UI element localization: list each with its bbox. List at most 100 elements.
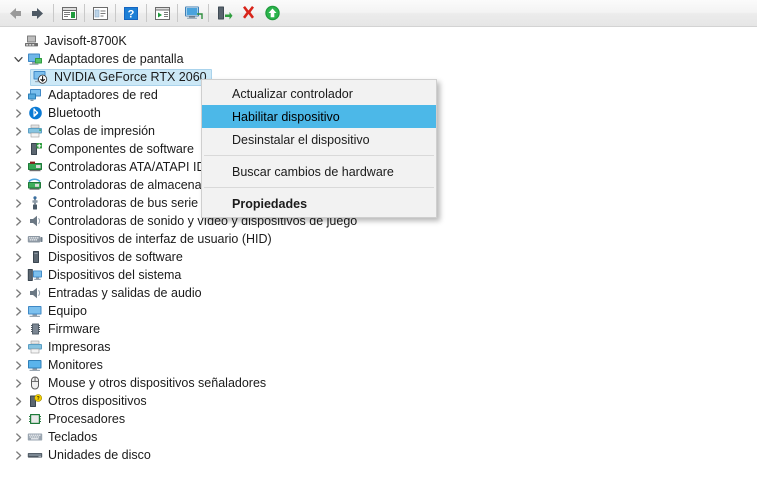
- sidebar-item-label: Dispositivos de software: [48, 250, 183, 264]
- chevron-right-icon[interactable]: [10, 266, 26, 284]
- sidebar-item-label: Colas de impresión: [48, 124, 155, 138]
- sidebar-item-label: Dispositivos de interfaz de usuario (HID…: [48, 232, 272, 246]
- sidebar-item-label: Dispositivos del sistema: [48, 268, 182, 282]
- sidebar-item-label: Monitores: [48, 358, 103, 372]
- disabled-device-icon: [32, 69, 50, 85]
- enable-device-icon[interactable]: [212, 2, 236, 25]
- show-hidden-icon[interactable]: [88, 2, 112, 25]
- mouse-icon: [26, 375, 44, 391]
- sidebar-item-display-adapters[interactable]: Adaptadores de pantalla: [0, 50, 757, 68]
- sidebar-item-label: Bluetooth: [48, 106, 101, 120]
- chevron-right-icon[interactable]: [10, 212, 26, 230]
- menu-item-enable-device[interactable]: Habilitar dispositivo: [202, 105, 436, 128]
- menu-item-label: Actualizar controlador: [232, 86, 353, 101]
- printer-icon: [26, 339, 44, 355]
- storage-controller-icon: [26, 177, 44, 193]
- sidebar-item-software-devices[interactable]: Dispositivos de software: [0, 248, 757, 266]
- chevron-right-icon[interactable]: [10, 356, 26, 374]
- sound-controller-icon: [26, 213, 44, 229]
- separator-2: [84, 4, 85, 22]
- menu-item-uninstall-device[interactable]: Desinstalar el dispositivo: [202, 128, 436, 151]
- computer-node-icon: [26, 303, 44, 319]
- sidebar-item-mice[interactable]: Mouse y otros dispositivos señaladores: [0, 374, 757, 392]
- chevron-right-icon[interactable]: [10, 446, 26, 464]
- sidebar-item-system-devices[interactable]: Dispositivos del sistema: [0, 266, 757, 284]
- sidebar-item-keyboards[interactable]: Teclados: [0, 428, 757, 446]
- scan-hardware-icon[interactable]: [181, 2, 205, 25]
- network-adapter-icon: [26, 87, 44, 103]
- chevron-right-icon[interactable]: [10, 392, 26, 410]
- toolbar: ?: [0, 0, 757, 27]
- separator-6: [208, 4, 209, 22]
- separator-5: [177, 4, 178, 22]
- disk-drive-icon: [26, 447, 44, 463]
- chevron-right-icon[interactable]: [10, 194, 26, 212]
- sidebar-item-firmware[interactable]: Firmware: [0, 320, 757, 338]
- sidebar-item-disk-drives[interactable]: Unidades de disco: [0, 446, 757, 464]
- chevron-right-icon[interactable]: [10, 428, 26, 446]
- menu-item-update-driver[interactable]: Actualizar controlador: [202, 82, 436, 105]
- sidebar-item-hid-devices[interactable]: Dispositivos de interfaz de usuario (HID…: [0, 230, 757, 248]
- chevron-right-icon[interactable]: [10, 230, 26, 248]
- sidebar-item-audio-inputs-outputs[interactable]: Entradas y salidas de audio: [0, 284, 757, 302]
- context-menu[interactable]: Actualizar controlador Habilitar disposi…: [201, 79, 437, 218]
- sidebar-item-label: Entradas y salidas de audio: [48, 286, 202, 300]
- menu-item-label: Desinstalar el dispositivo: [232, 132, 370, 147]
- separator-3: [115, 4, 116, 22]
- chevron-down-icon[interactable]: [10, 50, 26, 68]
- software-component-icon: [26, 141, 44, 157]
- help-icon[interactable]: ?: [119, 2, 143, 25]
- sidebar-item-other-devices[interactable]: ? Otros dispositivos: [0, 392, 757, 410]
- chevron-right-icon[interactable]: [10, 374, 26, 392]
- audio-io-icon: [26, 285, 44, 301]
- system-device-icon: [26, 267, 44, 283]
- svg-text:?: ?: [128, 8, 135, 20]
- sidebar-item-label: Controladoras ATA/ATAPI IDE: [48, 160, 214, 174]
- ide-controller-icon: [26, 159, 44, 175]
- firmware-icon: [26, 321, 44, 337]
- forward-arrow-icon[interactable]: [26, 2, 50, 25]
- menu-item-scan-hardware-changes[interactable]: Buscar cambios de hardware: [202, 160, 436, 183]
- sidebar-item-label: Adaptadores de pantalla: [48, 52, 184, 66]
- menu-item-properties[interactable]: Propiedades: [202, 192, 436, 215]
- device-manager-window: ? Javisoft-8700K Adaptadores de pantalla…: [0, 0, 757, 502]
- selection-highlight: NVIDIA GeForce RTX 2060: [30, 68, 212, 86]
- svg-text:?: ?: [37, 396, 40, 402]
- tree-root-node[interactable]: Javisoft-8700K: [0, 32, 757, 50]
- chevron-right-icon[interactable]: [10, 410, 26, 428]
- chevron-right-icon[interactable]: [10, 248, 26, 266]
- computer-icon: [22, 33, 40, 49]
- menu-separator: [204, 187, 434, 188]
- separator-1: [53, 4, 54, 22]
- sidebar-item-printers[interactable]: Impresoras: [0, 338, 757, 356]
- uninstall-device-icon[interactable]: [236, 2, 260, 25]
- menu-item-label: Buscar cambios de hardware: [232, 164, 394, 179]
- sidebar-item-label: Teclados: [48, 430, 98, 444]
- sidebar-item-computer[interactable]: Equipo: [0, 302, 757, 320]
- sidebar-item-processors[interactable]: Procesadores: [0, 410, 757, 428]
- usb-controller-icon: [26, 195, 44, 211]
- chevron-right-icon[interactable]: [10, 302, 26, 320]
- sidebar-item-monitors[interactable]: Monitores: [0, 356, 757, 374]
- chevron-right-icon[interactable]: [10, 338, 26, 356]
- display-adapter-icon: [26, 51, 44, 67]
- chevron-right-icon[interactable]: [10, 176, 26, 194]
- chevron-right-icon[interactable]: [10, 86, 26, 104]
- separator-4: [146, 4, 147, 22]
- print-queue-icon: [26, 123, 44, 139]
- chevron-right-icon[interactable]: [10, 104, 26, 122]
- chevron-right-icon[interactable]: [10, 122, 26, 140]
- hid-device-icon: [26, 231, 44, 247]
- expand-chevron-placeholder: [6, 32, 22, 50]
- chevron-right-icon[interactable]: [10, 140, 26, 158]
- sidebar-item-label: Firmware: [48, 322, 101, 336]
- disable-device-icon[interactable]: [260, 2, 284, 25]
- properties-icon[interactable]: [57, 2, 81, 25]
- update-driver-icon[interactable]: [150, 2, 174, 25]
- chevron-right-icon[interactable]: [10, 284, 26, 302]
- bluetooth-icon: [26, 105, 44, 121]
- chevron-right-icon[interactable]: [10, 158, 26, 176]
- chevron-right-icon[interactable]: [10, 320, 26, 338]
- other-device-icon: ?: [26, 393, 44, 409]
- back-arrow-icon[interactable]: [2, 2, 26, 25]
